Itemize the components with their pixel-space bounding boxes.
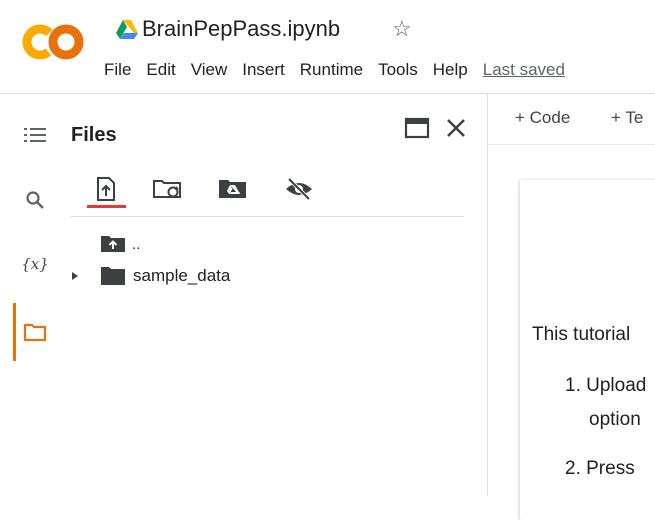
cell-text-line: option xyxy=(589,409,641,430)
colab-logo xyxy=(22,24,84,60)
parent-folder-icon xyxy=(101,236,125,252)
file-entry-label: .. xyxy=(132,235,141,253)
upload-active-underline xyxy=(87,205,126,208)
upload-icon[interactable] xyxy=(90,173,122,205)
cell-text-line: This tutorial xyxy=(532,324,631,345)
files-panel-title: Files xyxy=(71,124,117,146)
menu-view[interactable]: View xyxy=(191,60,228,80)
menu-edit[interactable]: Edit xyxy=(146,60,175,80)
hide-files-icon[interactable] xyxy=(283,173,315,205)
variables-label: {x} xyxy=(21,255,49,273)
file-entry-parent[interactable]: .. xyxy=(100,235,140,253)
files-toolbar-divider xyxy=(70,216,464,217)
active-indicator xyxy=(13,303,16,361)
refresh-folder-icon[interactable] xyxy=(152,173,184,205)
menu-insert[interactable]: Insert xyxy=(242,60,285,80)
cell-text-line: 2. Press xyxy=(565,458,635,479)
mount-drive-icon[interactable] xyxy=(217,173,249,205)
folder-icon[interactable] xyxy=(22,319,48,345)
search-icon[interactable] xyxy=(22,187,48,213)
menu-file[interactable]: File xyxy=(104,60,131,80)
file-entry-sample-data[interactable]: sample_data xyxy=(70,266,230,286)
expand-arrow-icon[interactable] xyxy=(70,271,80,281)
folder-entry-icon xyxy=(101,267,125,285)
variables-icon[interactable]: {x} xyxy=(21,251,49,277)
last-saved-link[interactable]: Last saved xyxy=(483,60,565,80)
menu-help[interactable]: Help xyxy=(433,60,468,80)
menu-tools[interactable]: Tools xyxy=(378,60,418,80)
file-entry-label: sample_data xyxy=(133,266,231,285)
menu-runtime[interactable]: Runtime xyxy=(300,60,363,80)
menu-bar: File Edit View Insert Runtime Tools Help… xyxy=(104,60,565,80)
header-divider xyxy=(0,93,655,94)
close-icon[interactable] xyxy=(445,117,467,139)
table-of-contents-icon[interactable] xyxy=(22,122,48,148)
add-text-button[interactable]: + Te xyxy=(611,108,643,128)
toolbar-divider xyxy=(488,144,655,145)
google-drive-icon xyxy=(116,20,138,39)
panel-divider[interactable] xyxy=(487,93,488,496)
notebook-title[interactable]: BrainPepPass.ipynb xyxy=(142,16,340,42)
star-icon[interactable]: ☆ xyxy=(392,16,412,42)
open-in-tab-icon[interactable] xyxy=(404,117,430,139)
add-code-button[interactable]: + Code xyxy=(515,108,570,128)
cell-text-line: 1. Upload xyxy=(565,375,647,396)
